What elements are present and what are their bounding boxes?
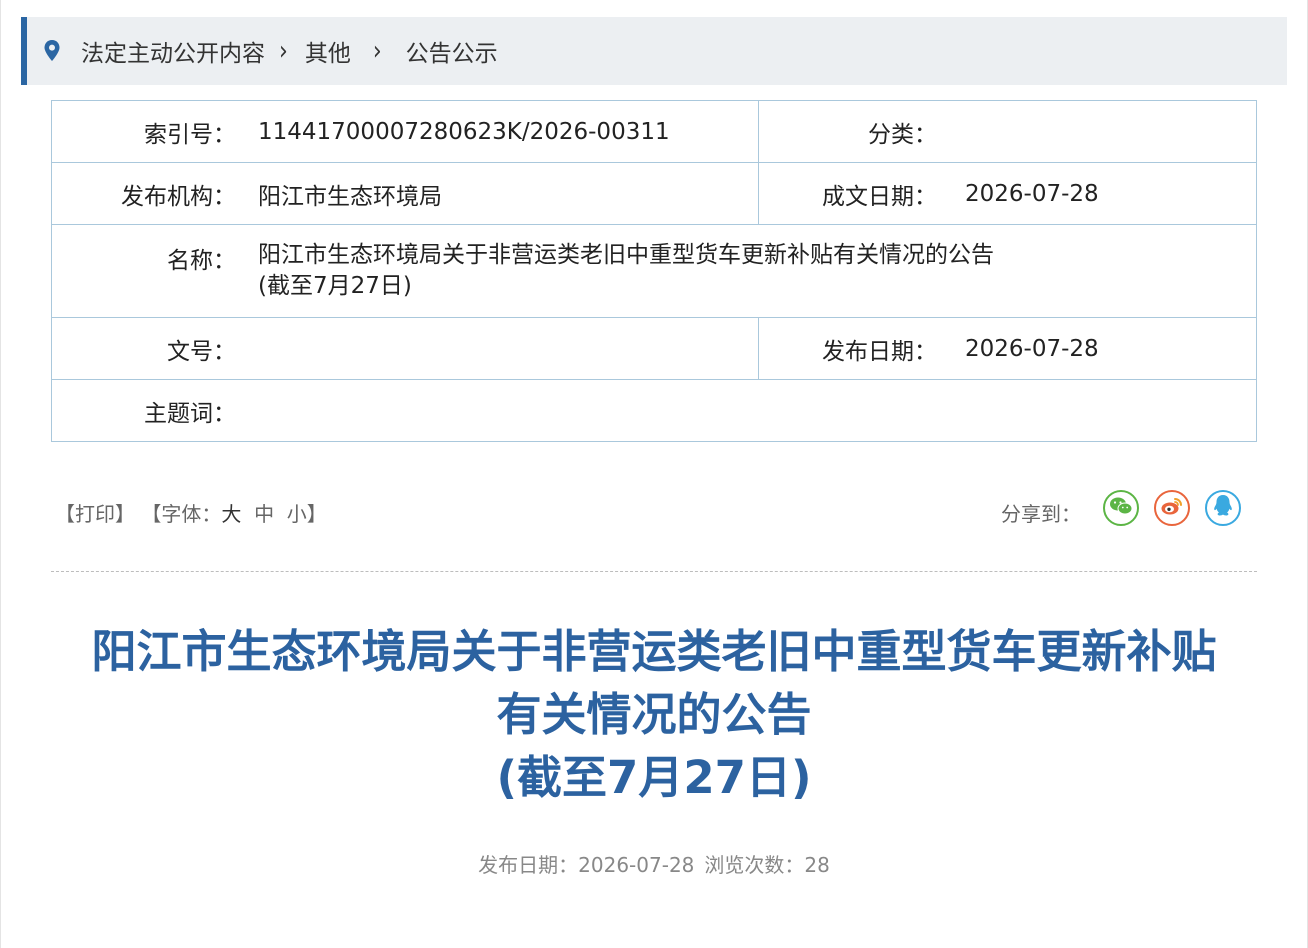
- weibo-icon: [1160, 496, 1184, 520]
- category-value: [937, 100, 1257, 163]
- font-small-button[interactable]: 小: [287, 502, 307, 526]
- publisher-value: 阳江市生态环境局: [236, 162, 759, 225]
- written-date-label: 成文日期：: [758, 162, 937, 225]
- publish-date-value: 2026-07-28: [937, 317, 1257, 380]
- keywords-label: 主题词：: [51, 379, 236, 442]
- page-frame-left: [0, 0, 1, 948]
- category-label: 分类：: [758, 100, 937, 163]
- article-views-label: 浏览次数：: [704, 853, 805, 877]
- font-medium-button[interactable]: 中: [254, 502, 274, 526]
- article-date-label: 发布日期：: [478, 853, 579, 877]
- article-date-value: 2026-07-28: [578, 853, 695, 877]
- info-row-index: 索引号： 11441700007280623K/2026-00311 分类：: [51, 100, 1257, 163]
- breadcrumb-item-other[interactable]: 其他: [305, 34, 351, 68]
- breadcrumb-item-public-content[interactable]: 法定主动公开内容: [81, 34, 265, 68]
- document-info-table: 索引号： 11441700007280623K/2026-00311 分类： 发…: [51, 100, 1257, 442]
- breadcrumb-separator-icon: ›: [372, 36, 382, 66]
- article-title-line2: 有关情况的公告: [496, 688, 812, 741]
- index-label: 索引号：: [51, 100, 236, 163]
- index-value: 11441700007280623K/2026-00311: [236, 100, 759, 163]
- publisher-label: 发布机构：: [51, 162, 236, 225]
- article-views-value: 28: [804, 853, 830, 877]
- name-value: 阳江市生态环境局关于非营运类老旧中重型货车更新补贴有关情况的公告 (截至7月27…: [236, 224, 1257, 318]
- info-row-docno: 文号： 发布日期： 2026-07-28: [51, 317, 1257, 380]
- divider: [51, 571, 1257, 572]
- keywords-value: [236, 379, 1257, 442]
- doc-number-label: 文号：: [51, 317, 236, 380]
- article-title-line1: 阳江市生态环境局关于非营运类老旧中重型货车更新补贴: [91, 625, 1217, 678]
- breadcrumb-separator-icon: ›: [279, 36, 288, 66]
- article-toolbar: 【打印】 【字体：大 中 小】: [55, 498, 327, 527]
- breadcrumb: 法定主动公开内容 › 其他 › 公告公示: [21, 17, 1287, 85]
- info-row-keywords: 主题词：: [51, 379, 1257, 442]
- doc-number-value: [236, 317, 759, 380]
- written-date-value: 2026-07-28: [937, 162, 1257, 225]
- article-meta: 发布日期：2026-07-28 浏览次数：28: [0, 849, 1308, 878]
- info-row-name: 名称： 阳江市生态环境局关于非营运类老旧中重型货车更新补贴有关情况的公告 (截至…: [51, 224, 1257, 318]
- font-large-button[interactable]: 大: [221, 502, 241, 526]
- name-value-line1: 阳江市生态环境局关于非营运类老旧中重型货车更新补贴有关情况的公告: [258, 242, 994, 268]
- breadcrumb-item-announcements[interactable]: 公告公示: [406, 34, 498, 68]
- article-title: 阳江市生态环境局关于非营运类老旧中重型货车更新补贴 有关情况的公告 (截至7月2…: [40, 620, 1268, 809]
- share-qq-button[interactable]: [1205, 490, 1241, 526]
- location-pin-icon: [43, 39, 61, 63]
- font-size-label: 【字体：: [141, 502, 222, 526]
- wechat-icon: [1109, 496, 1133, 520]
- name-value-line2: (截至7月27日): [258, 273, 412, 299]
- article-title-line3: (截至7月27日): [496, 751, 812, 804]
- share-weibo-button[interactable]: [1154, 490, 1190, 526]
- share-wechat-button[interactable]: [1103, 490, 1139, 526]
- font-size-bracket: 】: [306, 502, 327, 526]
- publish-date-label: 发布日期：: [758, 317, 937, 380]
- print-button[interactable]: 【打印】: [55, 502, 135, 526]
- name-label: 名称：: [51, 224, 236, 318]
- share-label: 分享到：: [1001, 502, 1081, 526]
- info-row-publisher: 发布机构： 阳江市生态环境局 成文日期： 2026-07-28: [51, 162, 1257, 225]
- qq-icon: [1213, 494, 1233, 522]
